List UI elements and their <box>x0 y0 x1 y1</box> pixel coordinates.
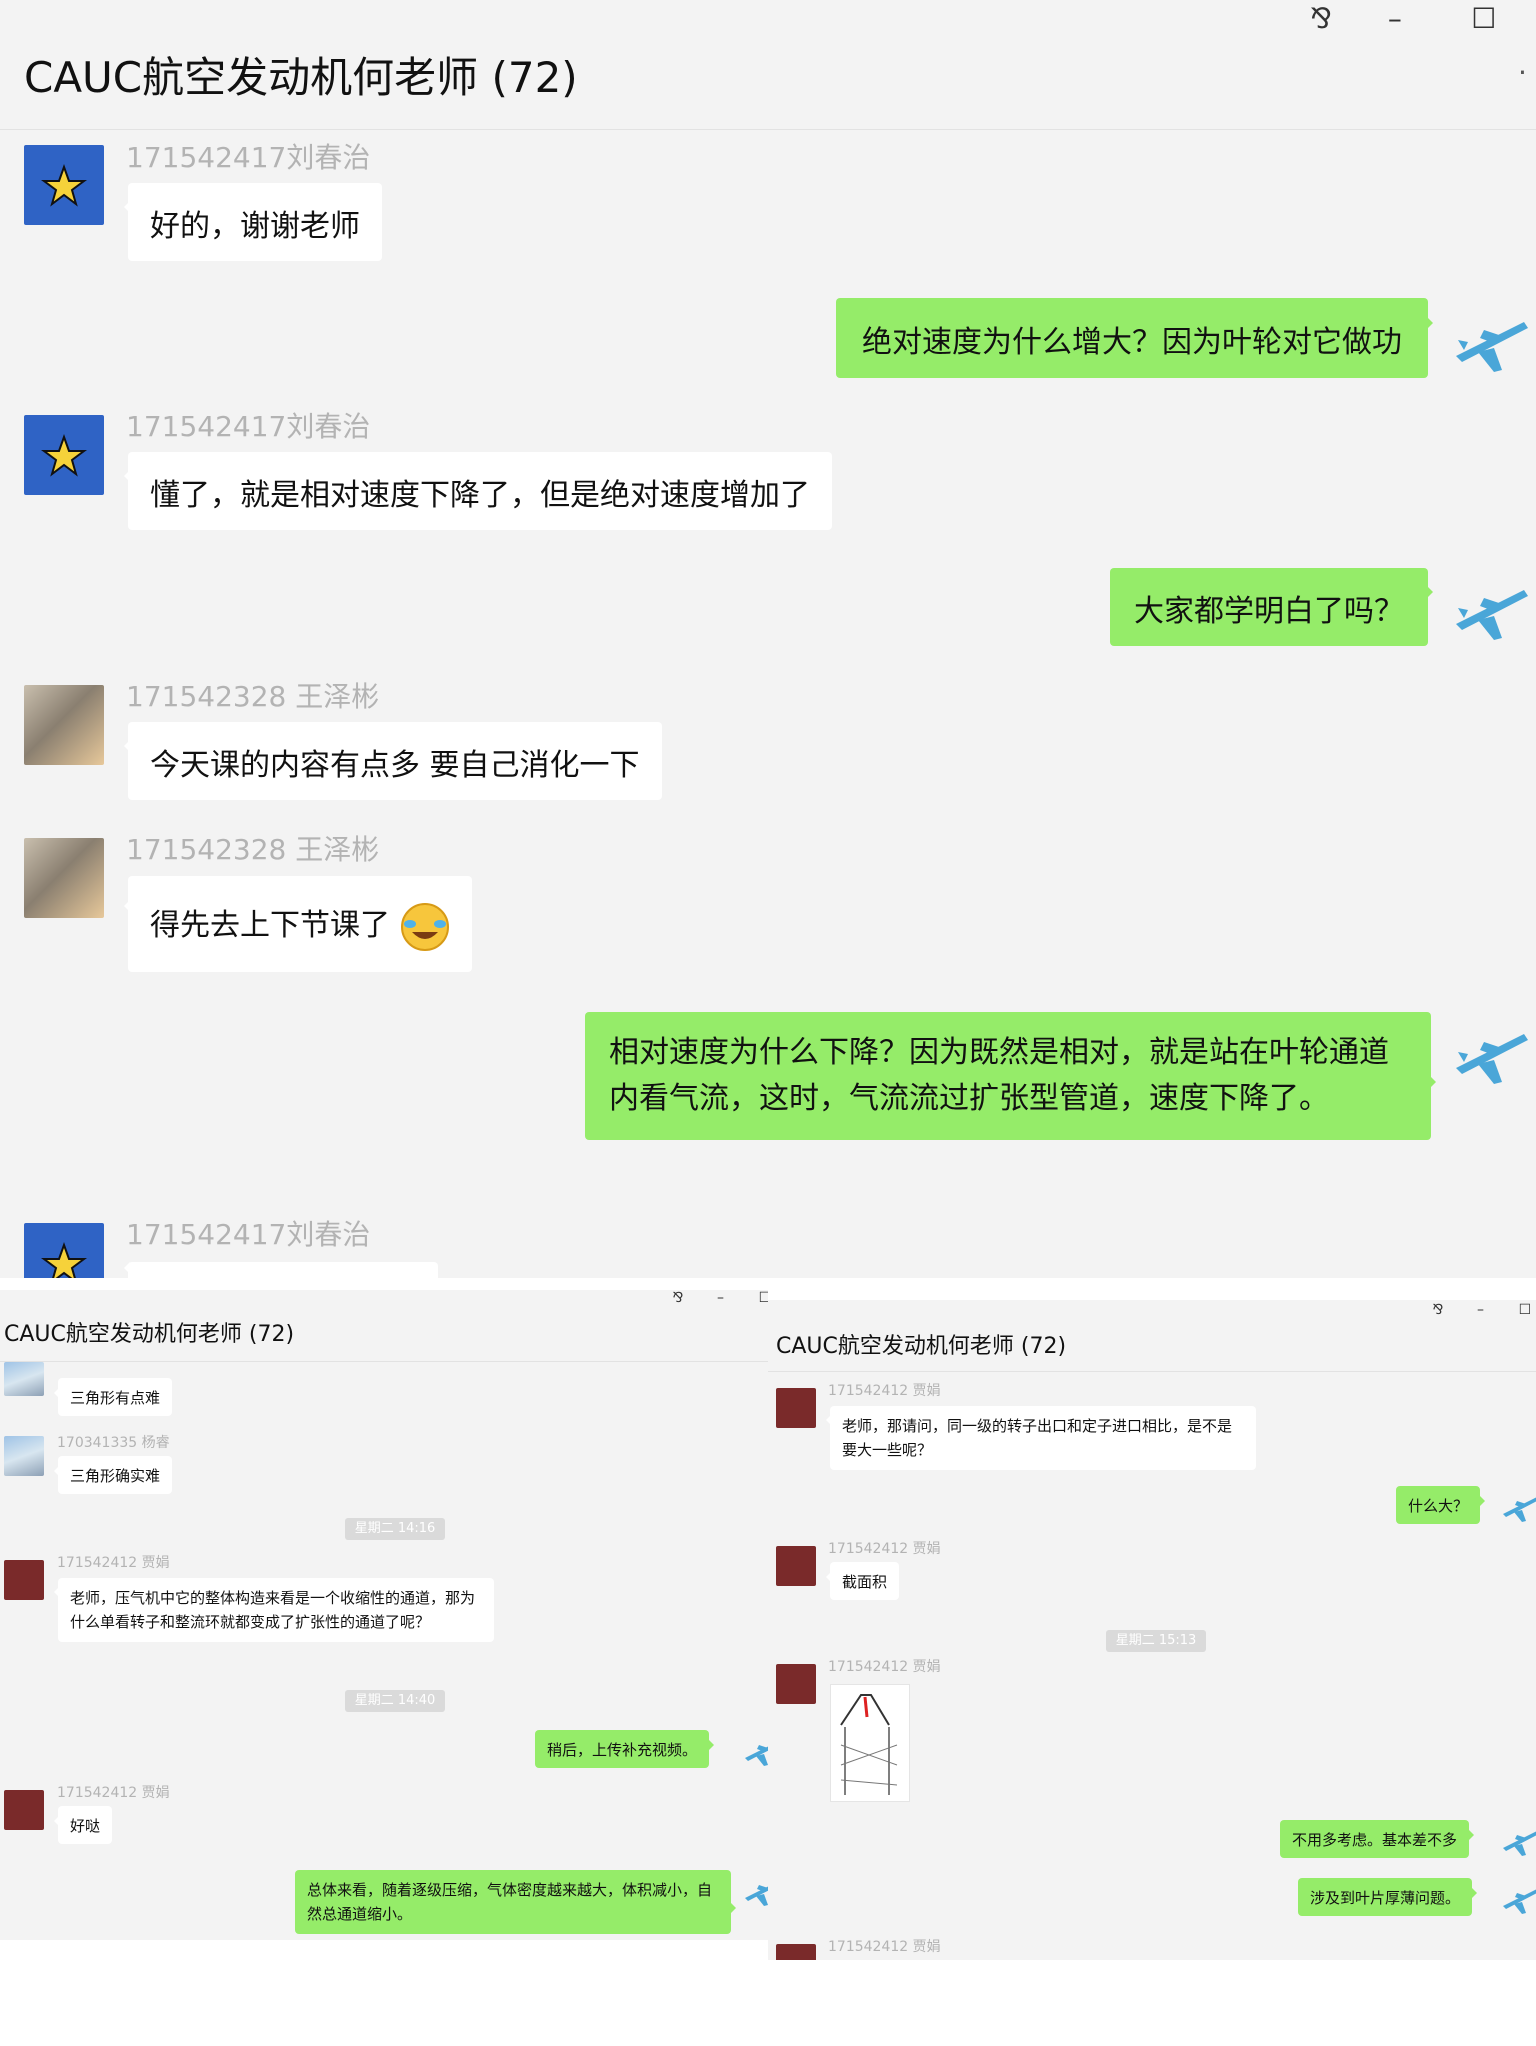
message-bubble[interactable]: 今天课的内容有点多 要自己消化一下 <box>124 722 662 800</box>
title-bar: CAUC航空发动机何老师 (72) ⅋ – ☐ <box>0 1290 768 1362</box>
message-bubble-sent[interactable]: 绝对速度为什么增大？因为叶轮对它做功 <box>836 298 1433 378</box>
message-bubble[interactable]: 老师，那请问，同一级的转子出口和定子进口相比，是不是要大一些呢？ <box>826 1406 1256 1470</box>
chat-window-left: CAUC航空发动机何老师 (72) ⅋ – ☐ 三角形有点难 170341335… <box>0 1290 768 1940</box>
airplane-icon <box>1503 1889 1536 1914</box>
sender-name: 171542412 贾娟 <box>828 1659 941 1675</box>
sender-name: 171542412 贾娟 <box>828 1939 941 1955</box>
avatar-self[interactable] <box>1450 300 1530 380</box>
maximize-button[interactable]: ☐ <box>1444 2 1524 35</box>
message-bubble-sent[interactable]: 稍后，上传补充视频。 <box>535 1730 715 1768</box>
avatar[interactable] <box>776 1388 816 1428</box>
avatar[interactable] <box>776 1546 816 1586</box>
avatar[interactable] <box>24 145 104 225</box>
sender-name: 171542412 贾娟 <box>57 1785 170 1801</box>
message-text: 得先去上下节课了 <box>150 908 390 943</box>
airplane-icon <box>1456 1034 1528 1084</box>
sender-name: 171542417刘春治 <box>126 141 371 174</box>
sender-name: 171542328 王泽彬 <box>126 833 380 866</box>
image-message[interactable] <box>830 1684 910 1802</box>
sender-name: 171542412 贾娟 <box>57 1555 170 1571</box>
timestamp: 星期二 15:13 <box>1106 1630 1206 1652</box>
avatar-self[interactable] <box>1450 568 1530 648</box>
message-bubble[interactable]: 三角形确实难 <box>53 1456 173 1494</box>
pin-icon[interactable]: ⅋ <box>1420 1302 1456 1318</box>
sender-name: 170341335 杨睿 <box>57 1435 170 1451</box>
timestamp: 星期二 14:40 <box>345 1690 445 1712</box>
avatar[interactable] <box>24 685 104 765</box>
airplane-icon <box>1456 590 1528 640</box>
chat-title: CAUC航空发动机何老师 (72) <box>776 1334 1067 1359</box>
window-controls: ⅋ – ☐ <box>1296 2 1524 35</box>
message-bubble[interactable]: 三角形有点难 <box>53 1378 173 1416</box>
avatar-self[interactable] <box>1500 1878 1536 1918</box>
message-bubble[interactable]: 好哒 <box>53 1806 113 1844</box>
window-controls: ⅋ – ☐ <box>1420 1302 1536 1318</box>
message-bubble-sent[interactable]: 涉及到叶片厚薄问题。 <box>1298 1878 1478 1916</box>
message-bubble[interactable] <box>124 1262 438 1278</box>
blade-sketch-image <box>840 1694 898 1795</box>
sender-name: 171542417刘春治 <box>126 1218 371 1251</box>
airplane-icon <box>1503 1831 1536 1856</box>
avatar[interactable] <box>4 1362 44 1396</box>
sender-name: 171542328 王泽彬 <box>126 680 380 713</box>
chat-title: CAUC航空发动机何老师 (72) <box>24 53 578 102</box>
avatar[interactable] <box>24 838 104 918</box>
chat-title: CAUC航空发动机何老师 (72) <box>4 1322 295 1347</box>
title-bar: CAUC航空发动机何老师 (72) ⅋ – ☐ <box>768 1300 1536 1372</box>
pin-icon[interactable]: ⅋ <box>1296 2 1346 35</box>
message-bubble[interactable]: 懂了，就是相对速度下降了，但是绝对速度增加了 <box>124 452 832 530</box>
avatar[interactable] <box>776 1664 816 1704</box>
airplane-icon <box>745 1885 768 1906</box>
title-bar: CAUC航空发动机何老师 (72) ⅋ – ☐ · <box>0 0 1536 130</box>
sender-name: 171542417刘春治 <box>126 410 371 443</box>
message-bubble-sent[interactable]: 什么大？ <box>1396 1486 1486 1524</box>
avatar-self[interactable] <box>1450 1012 1530 1092</box>
more-icon[interactable]: · <box>1518 56 1527 89</box>
minimize-button[interactable]: – <box>1355 2 1435 35</box>
avatar-self[interactable] <box>1500 1486 1536 1526</box>
window-controls: ⅋ – ☐ <box>660 1290 768 1306</box>
message-bubble-sent[interactable]: 不用多考虑。基本差不多 <box>1280 1820 1475 1858</box>
message-bubble[interactable]: 老师，压气机中它的整体构造来看是一个收缩性的通道，那为什么单看转子和整流环就都变… <box>54 1578 494 1642</box>
sender-name: 171542412 贾娟 <box>828 1541 941 1557</box>
star-icon <box>41 1242 87 1278</box>
chat-window-right: CAUC航空发动机何老师 (72) ⅋ – ☐ 171542412 贾娟 老师，… <box>768 1300 1536 1960</box>
sender-name: 171542412 贾娟 <box>828 1383 941 1399</box>
maximize-button[interactable]: ☐ <box>1505 1302 1536 1318</box>
laughing-crying-emoji-icon <box>400 902 449 951</box>
avatar-self[interactable] <box>742 1870 768 1910</box>
avatar[interactable] <box>776 1944 816 1960</box>
message-bubble[interactable]: 得先去上下节课了 <box>124 876 472 972</box>
avatar[interactable] <box>24 415 104 495</box>
message-bubble-sent[interactable]: 总体来看，随着逐级压缩，气体密度越来越大，体积减小，自然总通道缩小。 <box>295 1870 736 1934</box>
avatar[interactable] <box>4 1790 44 1830</box>
avatar[interactable] <box>4 1560 44 1600</box>
message-bubble-sent[interactable]: 大家都学明白了吗？ <box>1110 568 1433 646</box>
star-icon <box>41 434 87 477</box>
message-bubble[interactable]: 截面积 <box>825 1562 900 1600</box>
airplane-icon <box>1456 322 1528 372</box>
airplane-icon <box>745 1745 768 1766</box>
message-bubble-sent[interactable]: 相对速度为什么下降？因为既然是相对，就是站在叶轮通道内看气流，这时，气流流过扩张… <box>585 1012 1436 1140</box>
maximize-button[interactable]: ☐ <box>745 1290 768 1306</box>
airplane-icon <box>1503 1497 1536 1522</box>
pin-icon[interactable]: ⅋ <box>660 1290 696 1306</box>
minimize-button[interactable]: – <box>700 1290 740 1306</box>
timestamp: 星期二 14:16 <box>345 1518 445 1540</box>
avatar[interactable] <box>4 1436 44 1476</box>
avatar-self[interactable] <box>742 1730 768 1770</box>
minimize-button[interactable]: – <box>1460 1302 1500 1318</box>
avatar-self[interactable] <box>1500 1820 1536 1860</box>
star-icon <box>41 164 87 207</box>
avatar[interactable] <box>24 1223 104 1278</box>
message-bubble[interactable]: 好的，谢谢老师 <box>124 183 382 261</box>
chat-window-main: CAUC航空发动机何老师 (72) ⅋ – ☐ · 171542417刘春治 好… <box>0 0 1536 1278</box>
